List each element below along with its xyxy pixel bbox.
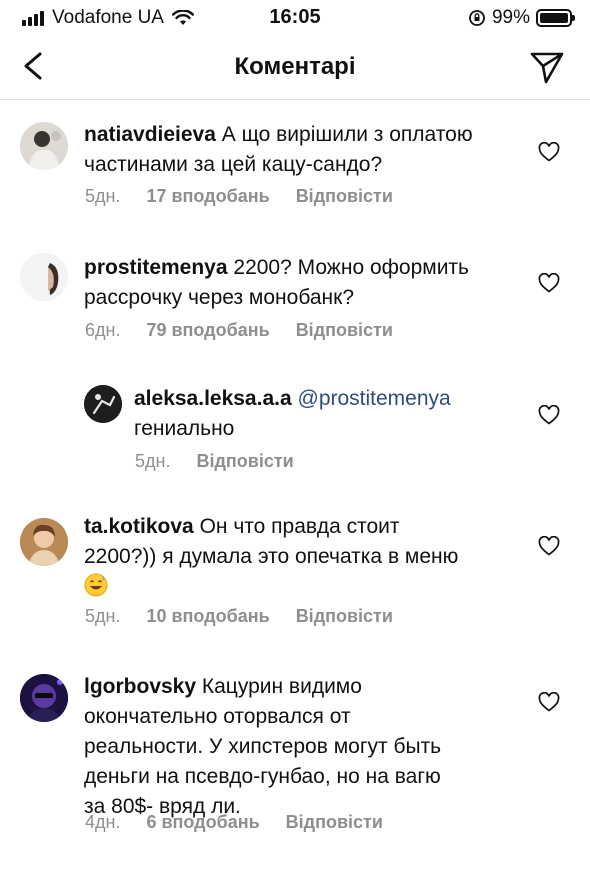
page-title: Коментарі	[234, 53, 356, 80]
comment-meta: 4дн. 6 вподобань Відповісти	[85, 812, 383, 833]
like-heart-icon[interactable]	[538, 273, 560, 293]
comment-text: lgorbovsky Кацурин видимо окончательно о…	[84, 672, 554, 822]
comment-body: А що вирішили з оплатою	[221, 123, 473, 146]
avatar[interactable]	[84, 385, 122, 423]
send-icon[interactable]	[528, 48, 566, 86]
comment-body-line: реальности. У хипстеров могут быть	[84, 735, 442, 758]
comment-time: 5дн.	[85, 186, 121, 206]
comment-time: 5дн.	[85, 606, 121, 626]
comment-body-line: 2200?)) я думала это опечатка в меню	[84, 545, 459, 568]
comment-username[interactable]: natiavdieieva	[84, 123, 216, 146]
comment-body: Кацурин видимо	[201, 675, 362, 698]
avatar[interactable]	[20, 122, 68, 170]
comment-time: 5дн.	[135, 451, 171, 471]
reply-button[interactable]: Відповісти	[296, 320, 393, 341]
reply-button[interactable]: Відповісти	[296, 606, 393, 627]
comment-body-line: частинами за цей кацу-сандо?	[84, 153, 383, 176]
likes-count[interactable]: 6 вподобань	[146, 812, 259, 833]
comment-username[interactable]: prostitemenya	[84, 256, 228, 279]
like-heart-icon[interactable]	[538, 142, 560, 162]
comment-username[interactable]: aleksa.leksa.a.a	[134, 387, 292, 410]
comment-body-line: рассрочку через монобанк?	[84, 286, 355, 309]
comment-item: natiavdieieva А що вирішили з оплатою ча…	[0, 100, 590, 235]
comment-item: ta.kotikova Он что правда стоит 2200?)) …	[0, 500, 590, 660]
comment-text: ta.kotikova Он что правда стоит 2200?)) …	[84, 512, 544, 602]
comment-time: 4дн.	[85, 812, 121, 832]
comment-meta: 5дн. Відповісти	[135, 451, 294, 472]
comment-username[interactable]: ta.kotikova	[84, 515, 194, 538]
avatar[interactable]	[20, 518, 68, 566]
likes-count[interactable]: 10 вподобань	[146, 606, 269, 627]
reply-button[interactable]: Відповісти	[286, 812, 383, 833]
comment-text: prostitemenya 2200? Можно оформить расср…	[84, 253, 544, 313]
comment-meta: 6дн. 79 вподобань Відповісти	[85, 320, 393, 341]
comment-body-line: деньги на псевдо-гунбао, но на вагю	[84, 765, 441, 788]
orientation-lock-icon	[469, 10, 485, 26]
comment-time: 6дн.	[85, 320, 121, 340]
header: Коментарі	[0, 36, 590, 100]
comment-meta: 5дн. 17 вподобань Відповісти	[85, 186, 393, 207]
status-right: 99%	[468, 7, 575, 29]
like-heart-icon[interactable]	[538, 405, 560, 425]
comment-text: aleksa.leksa.a.a @prostitemenya гениальн…	[134, 384, 544, 444]
comment-text: natiavdieieva А що вирішили з оплатою ча…	[84, 120, 544, 180]
reply-button[interactable]: Відповісти	[296, 186, 393, 207]
comment-item: lgorbovsky Кацурин видимо окончательно о…	[0, 660, 590, 870]
likes-count[interactable]: 17 вподобань	[146, 186, 269, 207]
avatar[interactable]	[20, 674, 68, 722]
status-bar: Vodafone UA 16:05 99%	[0, 0, 590, 36]
avatar[interactable]	[20, 253, 68, 301]
mention-link[interactable]: @prostitemenya	[298, 387, 451, 410]
battery-icon	[536, 9, 575, 27]
battery-percent: 99%	[491, 7, 530, 28]
likes-count[interactable]: 79 вподобань	[146, 320, 269, 341]
comment-body: 2200? Можно оформить	[233, 256, 469, 279]
like-heart-icon[interactable]	[538, 536, 560, 556]
comment-username[interactable]: lgorbovsky	[84, 675, 196, 698]
reply-item: aleksa.leksa.a.a @prostitemenya гениальн…	[0, 365, 590, 500]
comment-meta: 5дн. 10 вподобань Відповісти	[85, 606, 393, 627]
comment-body-line: окончательно оторвался от	[84, 705, 351, 728]
comment-item: prostitemenya 2200? Можно оформить расср…	[0, 235, 590, 365]
comment-body: Он что правда стоит	[199, 515, 400, 538]
grinning-sweat-emoji-icon	[84, 573, 108, 597]
comment-body-line: гениально	[134, 417, 235, 440]
reply-button[interactable]: Відповісти	[196, 451, 293, 472]
like-heart-icon[interactable]	[538, 692, 560, 712]
